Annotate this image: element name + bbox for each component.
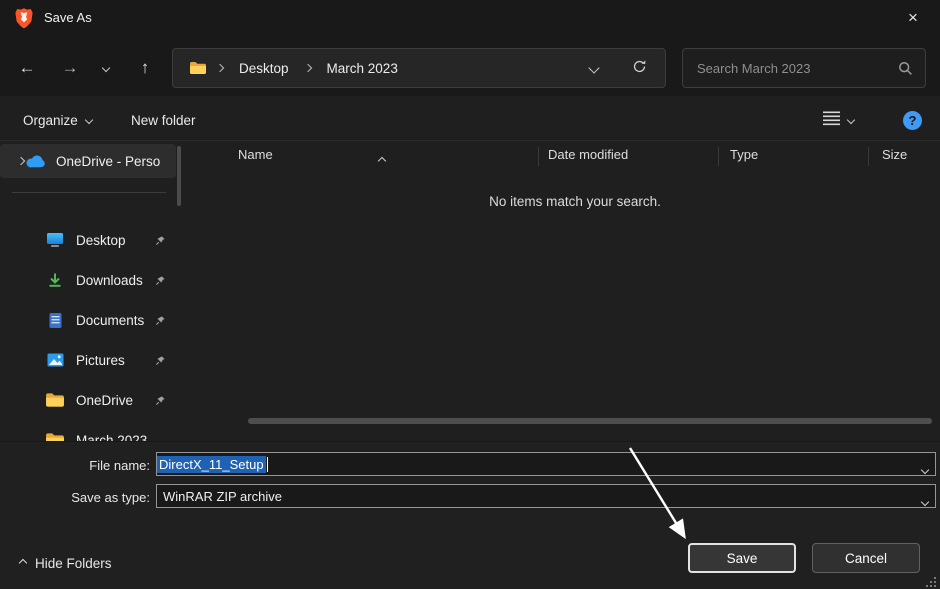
folder-icon (44, 392, 66, 408)
sidebar-item-label: Pictures (76, 353, 155, 368)
command-bar-divider (0, 140, 940, 141)
chevron-down-icon (102, 64, 110, 72)
save-as-dialog: Save As × ← → ↑ Desktop March 2023 (0, 0, 940, 589)
chevron-right-icon (216, 64, 224, 72)
sidebar-item-downloads[interactable]: Downloads (0, 263, 176, 297)
chevron-down-icon (588, 62, 599, 73)
downloads-icon (44, 272, 66, 288)
text-caret (267, 457, 268, 472)
pin-icon (155, 355, 166, 366)
save-button[interactable]: Save (688, 543, 796, 573)
breadcrumb-chevron[interactable] (211, 64, 229, 72)
horizontal-scrollbar[interactable] (248, 418, 932, 424)
sidebar-item-label: Documents (76, 313, 155, 328)
chevron-up-icon (19, 559, 27, 567)
sidebar-divider (12, 192, 166, 193)
search-box (682, 48, 926, 88)
empty-folder-message: No items match your search. (225, 194, 925, 209)
new-folder-button[interactable]: New folder (122, 105, 205, 135)
list-view-icon (823, 111, 840, 129)
address-dropdown-button[interactable] (584, 63, 604, 73)
sidebar-scrollbar[interactable] (177, 146, 181, 206)
refresh-button[interactable] (626, 58, 653, 78)
address-bar[interactable]: Desktop March 2023 (172, 48, 666, 88)
forward-button[interactable]: → (53, 51, 87, 85)
window-title: Save As (44, 0, 92, 36)
onedrive-cloud-icon (24, 154, 46, 168)
sidebar-item-onedrive-personal[interactable]: OneDrive - Perso (0, 144, 176, 178)
back-button[interactable]: ← (10, 51, 44, 85)
resize-grip[interactable] (926, 576, 937, 589)
documents-icon (44, 312, 66, 329)
organize-button[interactable]: Organize (14, 105, 101, 135)
desktop-icon (44, 232, 66, 248)
sidebar-item-documents[interactable]: Documents (0, 303, 176, 337)
chevron-down-icon[interactable] (922, 493, 928, 508)
file-name-input[interactable]: DirectX_11_Setup (156, 452, 936, 476)
column-separator[interactable] (868, 147, 869, 166)
chevron-down-icon (847, 116, 855, 124)
brave-icon (14, 7, 34, 30)
chevron-down-icon[interactable] (922, 461, 928, 476)
expander-chevron-icon[interactable] (18, 158, 24, 164)
sort-ascending-icon[interactable] (379, 152, 385, 167)
sidebar-item-onedrive[interactable]: OneDrive (0, 383, 176, 417)
sidebar-item-pictures[interactable]: Pictures (0, 343, 176, 377)
titlebar: Save As × (0, 0, 940, 36)
hide-folders-button[interactable]: Hide Folders (14, 551, 118, 575)
organize-label: Organize (23, 113, 78, 128)
column-separator[interactable] (718, 147, 719, 166)
sidebar-item-label: Downloads (76, 273, 155, 288)
breadcrumb-chevron[interactable] (299, 64, 317, 72)
close-button[interactable]: × (892, 0, 934, 36)
pictures-icon (44, 353, 66, 367)
view-options-button[interactable] (814, 105, 863, 135)
search-input[interactable] (683, 61, 898, 76)
file-name-label: File name: (40, 458, 150, 473)
column-separator[interactable] (538, 147, 539, 166)
column-header-type[interactable]: Type (730, 147, 758, 162)
new-folder-label: New folder (131, 113, 196, 128)
refresh-icon (632, 59, 647, 77)
pin-icon (155, 235, 166, 246)
save-as-type-label: Save as type: (40, 490, 150, 505)
folder-icon (189, 61, 207, 75)
column-header-date-modified[interactable]: Date modified (548, 147, 628, 162)
cancel-button[interactable]: Cancel (812, 543, 920, 573)
chevron-right-icon (303, 64, 311, 72)
column-header-size[interactable]: Size (882, 147, 907, 162)
pin-icon (155, 315, 166, 326)
search-icon[interactable] (898, 61, 913, 76)
file-name-value: DirectX_11_Setup (157, 456, 266, 473)
sidebar-item-desktop[interactable]: Desktop (0, 223, 176, 257)
sidebar-item-label: OneDrive (76, 393, 155, 408)
column-header-name[interactable]: Name (238, 147, 273, 162)
help-button[interactable]: ? (903, 111, 922, 130)
sidebar-item-label: Desktop (76, 233, 155, 248)
pin-icon (155, 395, 166, 406)
up-button[interactable]: ↑ (128, 51, 162, 85)
hide-folders-label: Hide Folders (35, 556, 112, 571)
save-as-type-value: WinRAR ZIP archive (157, 489, 282, 504)
chevron-down-icon (85, 116, 93, 124)
pin-icon (155, 275, 166, 286)
save-as-type-select[interactable]: WinRAR ZIP archive (156, 484, 936, 508)
recent-locations-button[interactable] (93, 51, 119, 85)
breadcrumb-desktop[interactable]: Desktop (233, 57, 295, 80)
sidebar-item-label: OneDrive - Perso (56, 154, 176, 169)
breadcrumb-march-2023[interactable]: March 2023 (321, 57, 404, 80)
